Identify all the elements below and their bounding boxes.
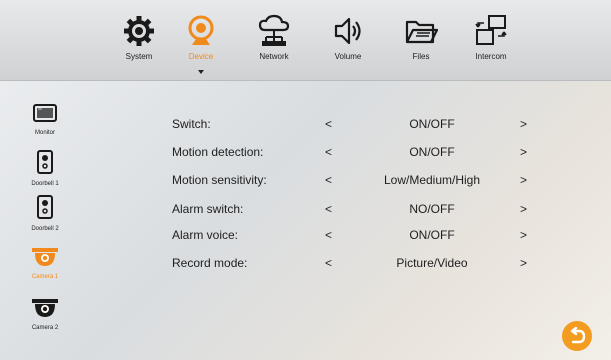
next-option-arrow[interactable]: > [520,202,527,216]
sidebar-item-doorbell-2[interactable]: Doorbell 2 [0,195,90,232]
prev-option-arrow[interactable]: < [325,145,332,159]
setting-label: Alarm switch: [172,202,244,216]
next-option-arrow[interactable]: > [520,228,527,242]
tab-volume[interactable]: Volume [316,14,380,76]
gear-icon [124,16,154,46]
tab-device[interactable]: Device [169,14,233,76]
next-option-arrow[interactable]: > [520,173,527,187]
dome-camera-icon [32,299,58,317]
tab-network[interactable]: Network [242,14,306,76]
setting-value: ON/OFF [409,145,455,159]
folder-icon [405,20,438,44]
setting-value: NO/OFF [409,202,455,216]
back-button[interactable] [562,321,592,351]
sidebar-item-label: Monitor [34,130,55,136]
tab-label: System [125,52,153,61]
tab-intercom[interactable]: Intercom [459,14,523,76]
sidebar-item-camera-1[interactable]: Camera 1 [0,247,90,280]
setting-label: Alarm voice: [172,228,239,242]
next-option-arrow[interactable]: > [520,117,527,131]
setting-label: Record mode: [172,256,248,270]
sidebar-item-camera-2[interactable]: Camera 2 [0,298,90,331]
sidebar-item-label: Camera 2 [31,325,59,331]
setting-label: Switch: [172,117,211,131]
sidebar-item-doorbell-1[interactable]: Doorbell 1 [0,150,90,187]
dome-camera-icon [32,248,58,266]
intercom-icon [475,15,507,45]
monitor-icon [33,104,57,122]
doorbell-icon [37,150,53,174]
doorbell-icon [37,195,53,219]
cloud-network-icon [258,14,290,46]
setting-value: Low/Medium/High [383,173,481,187]
prev-option-arrow[interactable]: < [325,117,332,131]
back-arrow-icon [570,327,586,344]
setting-label: Motion sensitivity: [172,173,267,187]
next-option-arrow[interactable]: > [520,145,527,159]
prev-option-arrow[interactable]: < [325,228,332,242]
next-option-arrow[interactable]: > [520,256,527,270]
setting-label: Motion detection: [172,145,264,159]
prev-option-arrow[interactable]: < [325,173,332,187]
prev-option-arrow[interactable]: < [325,256,332,270]
tab-label: Volume [334,52,362,61]
sidebar-item-monitor[interactable]: Monitor [0,103,90,136]
tab-label: Files [412,52,430,61]
prev-option-arrow[interactable]: < [325,202,332,216]
sidebar-item-label: Camera 1 [31,274,59,280]
setting-value: Picture/Video [396,256,468,270]
tab-files[interactable]: Files [389,14,453,76]
top-navigation-bar: System Device Network Volume Files Inter… [0,0,611,81]
tab-system[interactable]: System [107,14,171,76]
sidebar-item-label: Doorbell 2 [31,226,59,232]
tab-label: Intercom [475,52,507,61]
setting-value: ON/OFF [409,228,455,242]
sidebar-item-label: Doorbell 1 [31,181,59,187]
tab-label: Network [259,52,289,61]
active-tab-caret [198,70,204,74]
setting-value: ON/OFF [409,117,455,131]
tab-label: Device [188,52,214,61]
webcam-icon [188,15,214,45]
device-sidebar: Monitor Doorbell 1 Doorbell 2 Camera 1 C… [0,95,90,360]
speaker-icon [334,17,361,45]
